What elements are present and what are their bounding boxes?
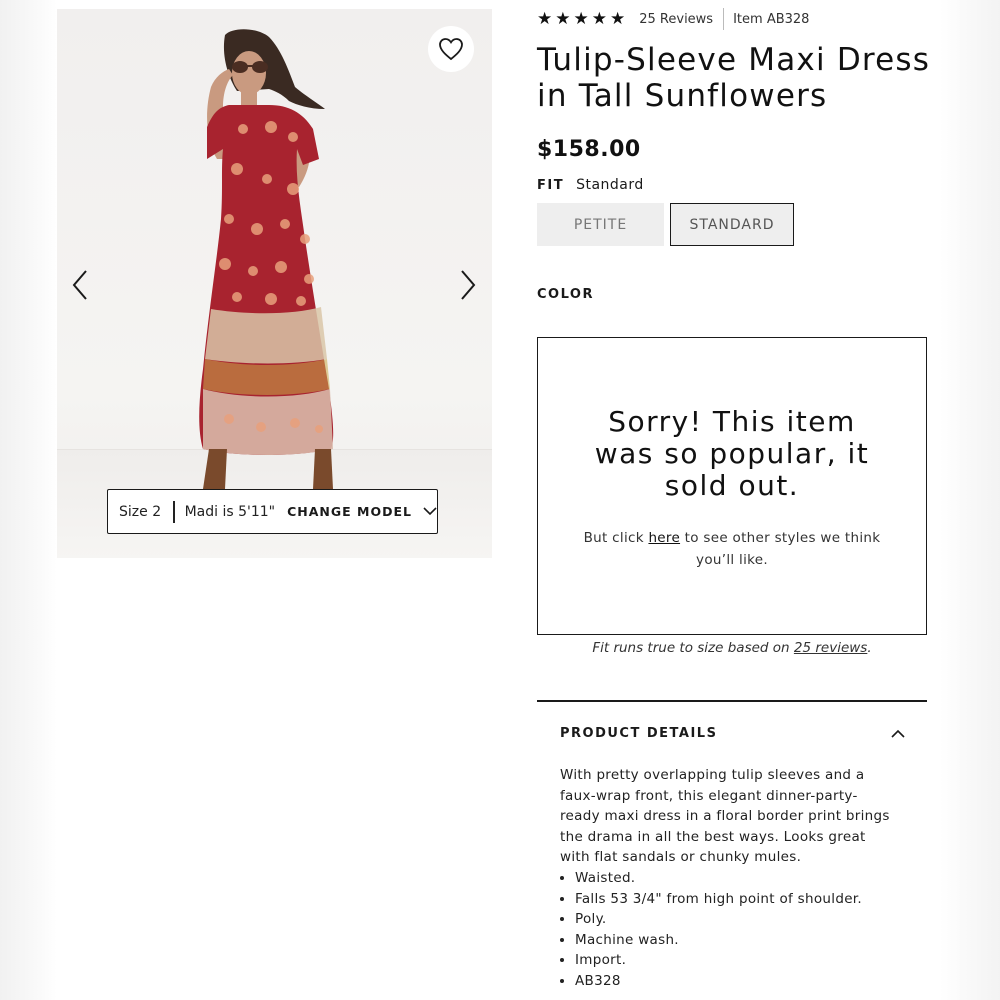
product-price: $158.00	[537, 137, 641, 162]
sold-out-subtext: But click here to see other styles we th…	[578, 527, 886, 571]
fit-note: Fit runs true to size based on 25 review…	[537, 640, 927, 656]
next-image-button[interactable]	[453, 267, 483, 303]
sold-out-message-box: Sorry! This item was so popular, it sold…	[537, 337, 927, 635]
chevron-left-icon	[72, 270, 87, 300]
product-description: With pretty overlapping tulip sleeves an…	[560, 767, 890, 866]
model-height-label: Madi is 5'11"	[184, 503, 276, 520]
model-photo	[199, 29, 334, 489]
model-bar-divider	[173, 500, 175, 523]
fit-selected-value: Standard	[576, 177, 644, 193]
star-icon: ★	[573, 8, 589, 29]
wishlist-button[interactable]	[428, 26, 474, 72]
fit-option-petite[interactable]: PETITE	[537, 203, 664, 246]
other-styles-link[interactable]: here	[648, 530, 680, 546]
product-details-list: Waisted. Falls 53 3/4" from high point o…	[560, 868, 890, 992]
star-icon: ★	[591, 8, 607, 29]
star-icon: ★	[537, 8, 553, 29]
model-size-label: Size 2	[119, 503, 162, 520]
fit-row: FIT Standard	[537, 177, 644, 193]
fit-option-standard[interactable]: STANDARD	[670, 203, 794, 246]
rating-row: ★ ★ ★ ★ ★ 25 Reviews Item AB328	[537, 8, 809, 30]
star-icon: ★	[555, 8, 571, 29]
list-item: Poly.	[575, 909, 890, 930]
sold-out-heading: Sorry! This item was so popular, it sold…	[594, 405, 870, 502]
fit-note-text: Fit runs true to size based on	[592, 640, 794, 656]
fit-reviews-link[interactable]: 25 reviews	[794, 640, 867, 656]
details-divider	[537, 700, 927, 702]
change-model-button[interactable]: CHANGE MODEL	[287, 504, 437, 519]
list-item: Machine wash.	[575, 930, 890, 951]
list-item: Waisted.	[575, 868, 890, 889]
product-title: Tulip-Sleeve Maxi Dress in Tall Sunflowe…	[537, 42, 931, 114]
product-details-toggle[interactable]: PRODUCT DETAILS	[560, 718, 905, 748]
change-model-label: CHANGE MODEL	[287, 504, 412, 519]
rating-divider	[723, 8, 725, 30]
chevron-right-icon	[461, 270, 476, 300]
list-item: Falls 53 3/4" from high point of shoulde…	[575, 889, 890, 910]
sold-out-subtext-before: But click	[583, 530, 649, 546]
chevron-down-icon	[423, 507, 437, 516]
reviews-link[interactable]: 25 Reviews	[639, 12, 713, 27]
product-details-title: PRODUCT DETAILS	[560, 725, 718, 741]
page-edge-left	[0, 0, 57, 1000]
product-details-body: With pretty overlapping tulip sleeves an…	[560, 765, 890, 992]
list-item: AB328	[575, 971, 890, 992]
fit-note-end: .	[867, 640, 872, 656]
item-number: Item AB328	[733, 11, 810, 27]
sold-out-subtext-after: to see other styles we think you’ll like…	[680, 530, 881, 568]
previous-image-button[interactable]	[65, 267, 95, 303]
chevron-up-icon	[891, 729, 905, 738]
product-image-gallery[interactable]: Size 2 Madi is 5'11" CHANGE MODEL	[57, 9, 492, 558]
list-item: Import.	[575, 950, 890, 971]
page-edge-right	[940, 0, 1000, 1000]
star-rating[interactable]: ★ ★ ★ ★ ★	[537, 8, 626, 29]
model-selector-bar[interactable]: Size 2 Madi is 5'11" CHANGE MODEL	[107, 489, 438, 534]
fit-label: FIT	[537, 178, 565, 193]
color-label: COLOR	[537, 287, 594, 302]
heart-outline-icon	[439, 38, 463, 61]
star-icon: ★	[610, 8, 626, 29]
